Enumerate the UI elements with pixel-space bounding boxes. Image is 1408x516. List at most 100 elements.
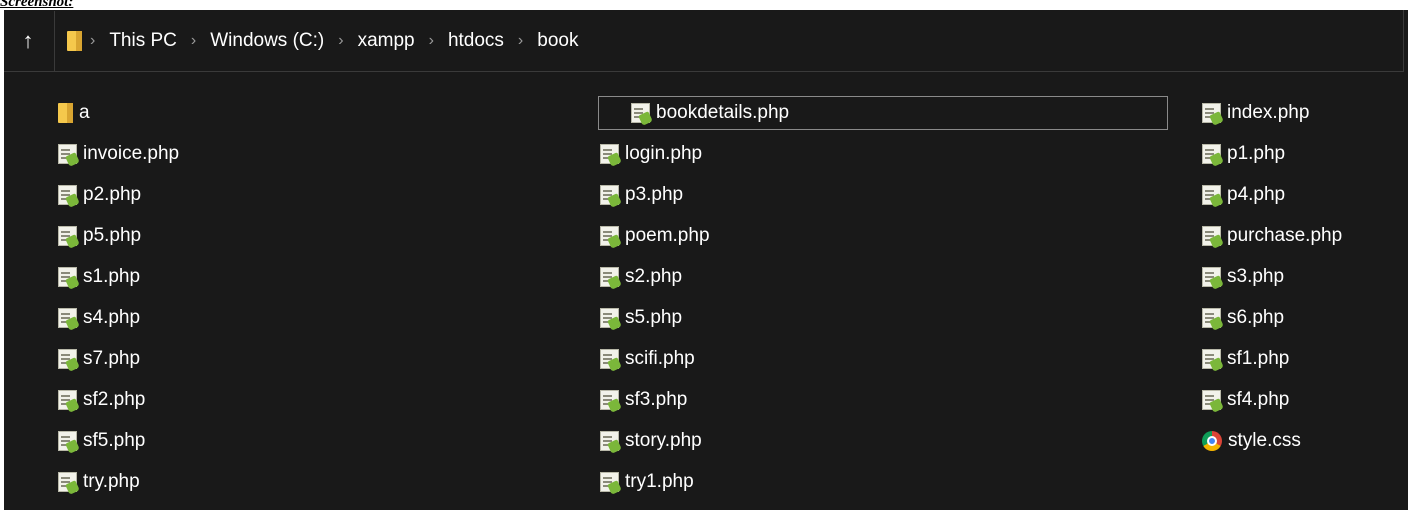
file-name: s3.php <box>1227 266 1285 287</box>
breadcrumb-windows-c[interactable]: Windows (C:) <box>204 30 330 52</box>
file-item[interactable]: p1.php <box>1202 137 1285 171</box>
file-name: p5.php <box>83 225 142 246</box>
folder-icon <box>67 30 82 51</box>
file-item[interactable]: p3.php <box>600 178 683 212</box>
php-file-icon <box>600 226 619 246</box>
php-file-icon <box>58 144 77 164</box>
file-item[interactable]: bookdetails.php <box>598 96 1168 130</box>
file-item[interactable]: s3.php <box>1202 260 1284 294</box>
file-item[interactable]: try1.php <box>600 465 694 499</box>
php-file-icon <box>600 349 619 369</box>
file-name: try1.php <box>625 471 694 492</box>
file-name: sf4.php <box>1227 389 1290 410</box>
file-item[interactable]: p2.php <box>58 178 141 212</box>
file-name: s5.php <box>625 307 683 328</box>
file-item[interactable]: story.php <box>600 424 702 458</box>
php-file-icon <box>1202 390 1221 410</box>
file-item[interactable]: p5.php <box>58 219 141 253</box>
file-item[interactable]: index.php <box>1202 96 1309 130</box>
php-file-icon <box>58 267 77 287</box>
file-item[interactable]: login.php <box>600 137 702 171</box>
file-name: sf3.php <box>625 389 688 410</box>
php-file-icon <box>631 103 650 123</box>
file-item[interactable]: sf3.php <box>600 383 687 417</box>
address-bar: ↑ › This PC › Windows (C:) › xampp › htd… <box>4 10 1404 72</box>
breadcrumb[interactable]: › This PC › Windows (C:) › xampp › htdoc… <box>54 10 584 71</box>
file-name: scifi.php <box>625 348 695 369</box>
breadcrumb-this-pc[interactable]: This PC <box>103 30 183 52</box>
php-file-icon <box>58 390 77 410</box>
php-file-icon <box>1202 144 1221 164</box>
php-file-icon <box>1202 308 1221 328</box>
file-item[interactable]: sf2.php <box>58 383 145 417</box>
breadcrumb-htdocs[interactable]: htdocs <box>442 30 510 52</box>
php-file-icon <box>600 472 619 492</box>
file-item[interactable]: s4.php <box>58 301 140 335</box>
file-name: poem.php <box>625 225 710 246</box>
php-file-icon <box>58 472 77 492</box>
screenshot-caption: Screenshot: <box>0 0 74 10</box>
file-item[interactable]: sf4.php <box>1202 383 1289 417</box>
folder-icon <box>58 103 73 123</box>
php-file-icon <box>600 431 619 451</box>
file-name: s2.php <box>625 266 683 287</box>
breadcrumb-xampp[interactable]: xampp <box>352 30 421 52</box>
file-name: s7.php <box>83 348 141 369</box>
file-name: p4.php <box>1227 184 1286 205</box>
php-file-icon <box>58 431 77 451</box>
file-name: story.php <box>625 430 702 451</box>
file-explorer-window: ↑ › This PC › Windows (C:) › xampp › htd… <box>4 10 1408 510</box>
file-item[interactable]: s6.php <box>1202 301 1284 335</box>
php-file-icon <box>1202 226 1221 246</box>
file-item[interactable]: sf1.php <box>1202 342 1289 376</box>
file-name: sf5.php <box>83 430 146 451</box>
chevron-right-icon[interactable]: › <box>183 32 204 50</box>
php-file-icon <box>600 267 619 287</box>
php-file-icon <box>600 390 619 410</box>
file-item[interactable]: s7.php <box>58 342 140 376</box>
php-file-icon <box>600 308 619 328</box>
file-name: purchase.php <box>1227 225 1343 246</box>
file-name: s6.php <box>1227 307 1285 328</box>
chevron-right-icon[interactable]: › <box>510 32 531 50</box>
file-item[interactable]: sf5.php <box>58 424 145 458</box>
file-name: s1.php <box>83 266 141 287</box>
file-item[interactable]: a <box>58 96 90 130</box>
chevron-right-icon[interactable]: › <box>421 32 442 50</box>
file-item[interactable]: s2.php <box>600 260 682 294</box>
file-name: s4.php <box>83 307 141 328</box>
file-item[interactable]: s5.php <box>600 301 682 335</box>
file-name: login.php <box>625 143 703 164</box>
file-item[interactable]: p4.php <box>1202 178 1285 212</box>
php-file-icon <box>1202 267 1221 287</box>
file-name: p1.php <box>1227 143 1286 164</box>
file-item[interactable]: try.php <box>58 465 140 499</box>
php-file-icon <box>1202 103 1221 123</box>
chrome-icon <box>1202 431 1222 451</box>
php-file-icon <box>600 144 619 164</box>
file-item[interactable]: purchase.php <box>1202 219 1342 253</box>
file-name: invoice.php <box>83 143 180 164</box>
php-file-icon <box>58 308 77 328</box>
arrow-up-icon[interactable]: ↑ <box>10 21 46 61</box>
file-name: sf1.php <box>1227 348 1290 369</box>
breadcrumb-book[interactable]: book <box>531 30 584 52</box>
file-name: a <box>79 102 90 123</box>
file-name: try.php <box>83 471 140 492</box>
php-file-icon <box>1202 185 1221 205</box>
file-name: style.css <box>1228 430 1301 451</box>
file-name: p2.php <box>83 184 142 205</box>
file-item[interactable]: scifi.php <box>600 342 695 376</box>
file-name: sf2.php <box>83 389 146 410</box>
php-file-icon <box>58 226 77 246</box>
file-name: bookdetails.php <box>656 102 790 123</box>
chevron-right-icon[interactable]: › <box>82 32 103 50</box>
file-item[interactable]: invoice.php <box>58 137 179 171</box>
file-item[interactable]: style.css <box>1202 424 1301 458</box>
chevron-right-icon[interactable]: › <box>330 32 351 50</box>
file-name: index.php <box>1227 102 1310 123</box>
file-name: p3.php <box>625 184 684 205</box>
php-file-icon <box>58 185 77 205</box>
file-item[interactable]: poem.php <box>600 219 710 253</box>
file-item[interactable]: s1.php <box>58 260 140 294</box>
